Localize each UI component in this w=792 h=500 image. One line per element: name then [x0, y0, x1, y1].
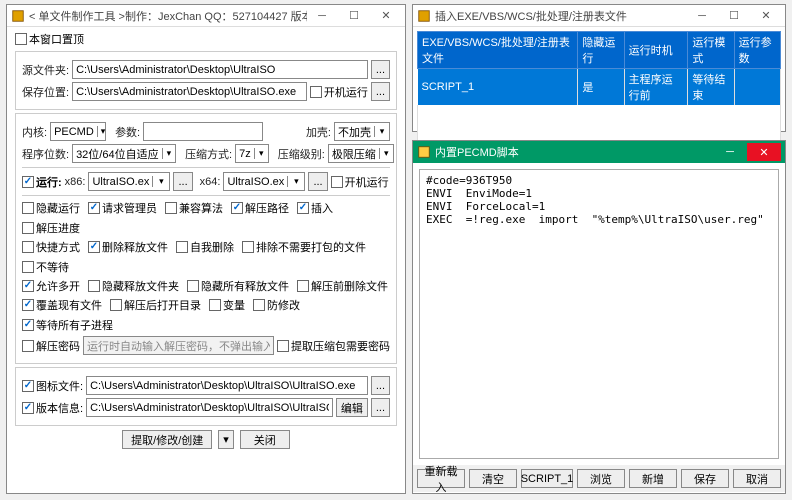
opt-variable[interactable]: 变量 [209, 297, 245, 313]
add-button[interactable]: 新增 [629, 469, 677, 488]
shell-combo[interactable]: 不加壳▾ [334, 122, 390, 141]
window-title: 内置PECMD脚本 [435, 144, 715, 160]
browse-x86-button[interactable]: ... [173, 172, 192, 191]
opt-compat[interactable]: 兼容算法 [165, 200, 223, 216]
window-title: 插入EXE/VBS/WCS/批处理/注册表文件 [435, 8, 687, 24]
opt-need-pass[interactable]: 提取压缩包需要密码 [277, 338, 390, 354]
opt-extract-path[interactable]: 解压路径 [231, 200, 289, 216]
opt-plugin[interactable]: 插入 [297, 200, 333, 216]
extract-modify-create-button[interactable]: 提取/修改/创建 [122, 430, 212, 449]
browse-x64-button[interactable]: ... [308, 172, 327, 191]
opt-no-wait[interactable]: 不等待 [22, 259, 69, 275]
icon-file-checkbox[interactable]: 图标文件: [22, 378, 83, 394]
x86-combo[interactable]: UltraISO.ex▾ [88, 172, 170, 191]
close-button[interactable]: ✕ [747, 143, 781, 161]
autostart-checkbox[interactable]: 开机运行 [310, 84, 368, 100]
opt-wait-sub[interactable]: 等待所有子进程 [22, 317, 113, 333]
col-hide[interactable]: 隐藏运行 [578, 32, 624, 69]
col-timing[interactable]: 运行时机 [624, 32, 688, 69]
reload-button[interactable]: 重新载入 [417, 469, 465, 488]
source-folder-label: 源文件夹: [22, 62, 69, 78]
opt-req-admin[interactable]: 请求管理员 [88, 200, 157, 216]
opt-no-modify[interactable]: 防修改 [253, 297, 300, 313]
minimize-button[interactable]: ─ [715, 143, 745, 161]
minimize-button[interactable]: ─ [687, 7, 717, 25]
run-checkbox[interactable]: 运行: [22, 174, 62, 190]
opt-del-before[interactable]: 解压前删除文件 [297, 278, 388, 294]
minimize-button[interactable]: ─ [307, 7, 337, 25]
titlebar[interactable]: 内置PECMD脚本 ─ ✕ [413, 141, 785, 163]
opt-self-del[interactable]: 自我删除 [176, 239, 234, 255]
app-icon [11, 9, 25, 23]
kernel-combo[interactable]: PECMD▾ [50, 122, 106, 141]
pecmd-script-window: 内置PECMD脚本 ─ ✕ #code=936T950 ENVI EnviMod… [412, 140, 786, 494]
browse-source-button[interactable]: ... [371, 60, 390, 79]
autostart2-checkbox[interactable]: 开机运行 [331, 174, 389, 190]
opt-hide-all[interactable]: 隐藏所有释放文件 [187, 278, 289, 294]
scripts-table[interactable]: EXE/VBS/WCS/批处理/注册表文件 隐藏运行 运行时机 运行模式 运行参… [417, 31, 781, 105]
opt-shortcut[interactable]: 快捷方式 [22, 239, 80, 255]
opt-hide-folder[interactable]: 隐藏释放文件夹 [88, 278, 179, 294]
titlebar[interactable]: < 单文件制作工具 >制作：JexChan QQ：527104427 版本：6.… [7, 5, 405, 27]
save-location-input[interactable] [72, 82, 307, 101]
opt-pass[interactable]: 解压密码 [22, 338, 80, 354]
table-row[interactable]: SCRIPT_1 是 主程序运行前 等待结束 [418, 69, 781, 106]
version-input[interactable] [86, 398, 333, 417]
close-button[interactable]: ✕ [751, 7, 781, 25]
x64-combo[interactable]: UltraISO.ex▾ [223, 172, 305, 191]
opt-exclude[interactable]: 排除不需要打包的文件 [242, 239, 366, 255]
main-tool-window: < 单文件制作工具 >制作：JexChan QQ：527104427 版本：6.… [6, 4, 406, 494]
password-hint [83, 336, 274, 355]
script-textarea[interactable]: #code=936T950 ENVI EnviMode=1 ENVI Force… [419, 169, 779, 459]
opt-overwrite[interactable]: 覆盖现有文件 [22, 297, 102, 313]
col-mode[interactable]: 运行模式 [688, 32, 734, 69]
app-icon [417, 145, 431, 159]
method-combo[interactable]: 7z▾ [235, 144, 269, 163]
opt-del-extract[interactable]: 删除释放文件 [88, 239, 168, 255]
maximize-button[interactable]: ☐ [339, 7, 369, 25]
params-input[interactable] [143, 122, 263, 141]
opt-hide-run[interactable]: 隐藏运行 [22, 200, 80, 216]
level-combo[interactable]: 极限压缩▾ [328, 144, 394, 163]
clear-button[interactable]: 清空 [469, 469, 517, 488]
pin-top-checkbox[interactable]: 本窗口置顶 [15, 31, 84, 47]
source-folder-input[interactable] [72, 60, 368, 79]
col-file[interactable]: EXE/VBS/WCS/批处理/注册表文件 [418, 32, 578, 69]
close-button[interactable]: ✕ [371, 7, 401, 25]
edit-version-button[interactable]: 编辑 [336, 398, 368, 417]
opt-multi[interactable]: 允许多开 [22, 278, 80, 294]
save-button[interactable]: 保存 [681, 469, 729, 488]
col-params[interactable]: 运行参数 [734, 32, 780, 69]
browse-version-button[interactable]: ... [371, 398, 390, 417]
insert-script-window: 插入EXE/VBS/WCS/批处理/注册表文件 ─ ☐ ✕ EXE/VBS/WC… [412, 4, 786, 132]
browse-icon-button[interactable]: ... [371, 376, 390, 395]
script1-button[interactable]: SCRIPT_1 [521, 469, 573, 488]
icon-file-input[interactable] [86, 376, 368, 395]
dropdown-button[interactable]: ▾ [218, 430, 234, 449]
save-location-label: 保存位置: [22, 84, 69, 100]
cancel-button[interactable]: 取消 [733, 469, 781, 488]
opt-open-after[interactable]: 解压后打开目录 [110, 297, 201, 313]
opt-progress[interactable]: 解压进度 [22, 220, 80, 236]
window-title: < 单文件制作工具 >制作：JexChan QQ：527104427 版本：6.… [29, 8, 307, 24]
maximize-button[interactable]: ☐ [719, 7, 749, 25]
app-icon [417, 9, 431, 23]
close-main-button[interactable]: 关闭 [240, 430, 290, 449]
browse-button[interactable]: 浏览 [577, 469, 625, 488]
version-checkbox[interactable]: 版本信息: [22, 400, 83, 416]
titlebar[interactable]: 插入EXE/VBS/WCS/批处理/注册表文件 ─ ☐ ✕ [413, 5, 785, 27]
browse-save-button[interactable]: ... [371, 82, 390, 101]
arch-combo[interactable]: 32位/64位自适应▾ [72, 144, 176, 163]
